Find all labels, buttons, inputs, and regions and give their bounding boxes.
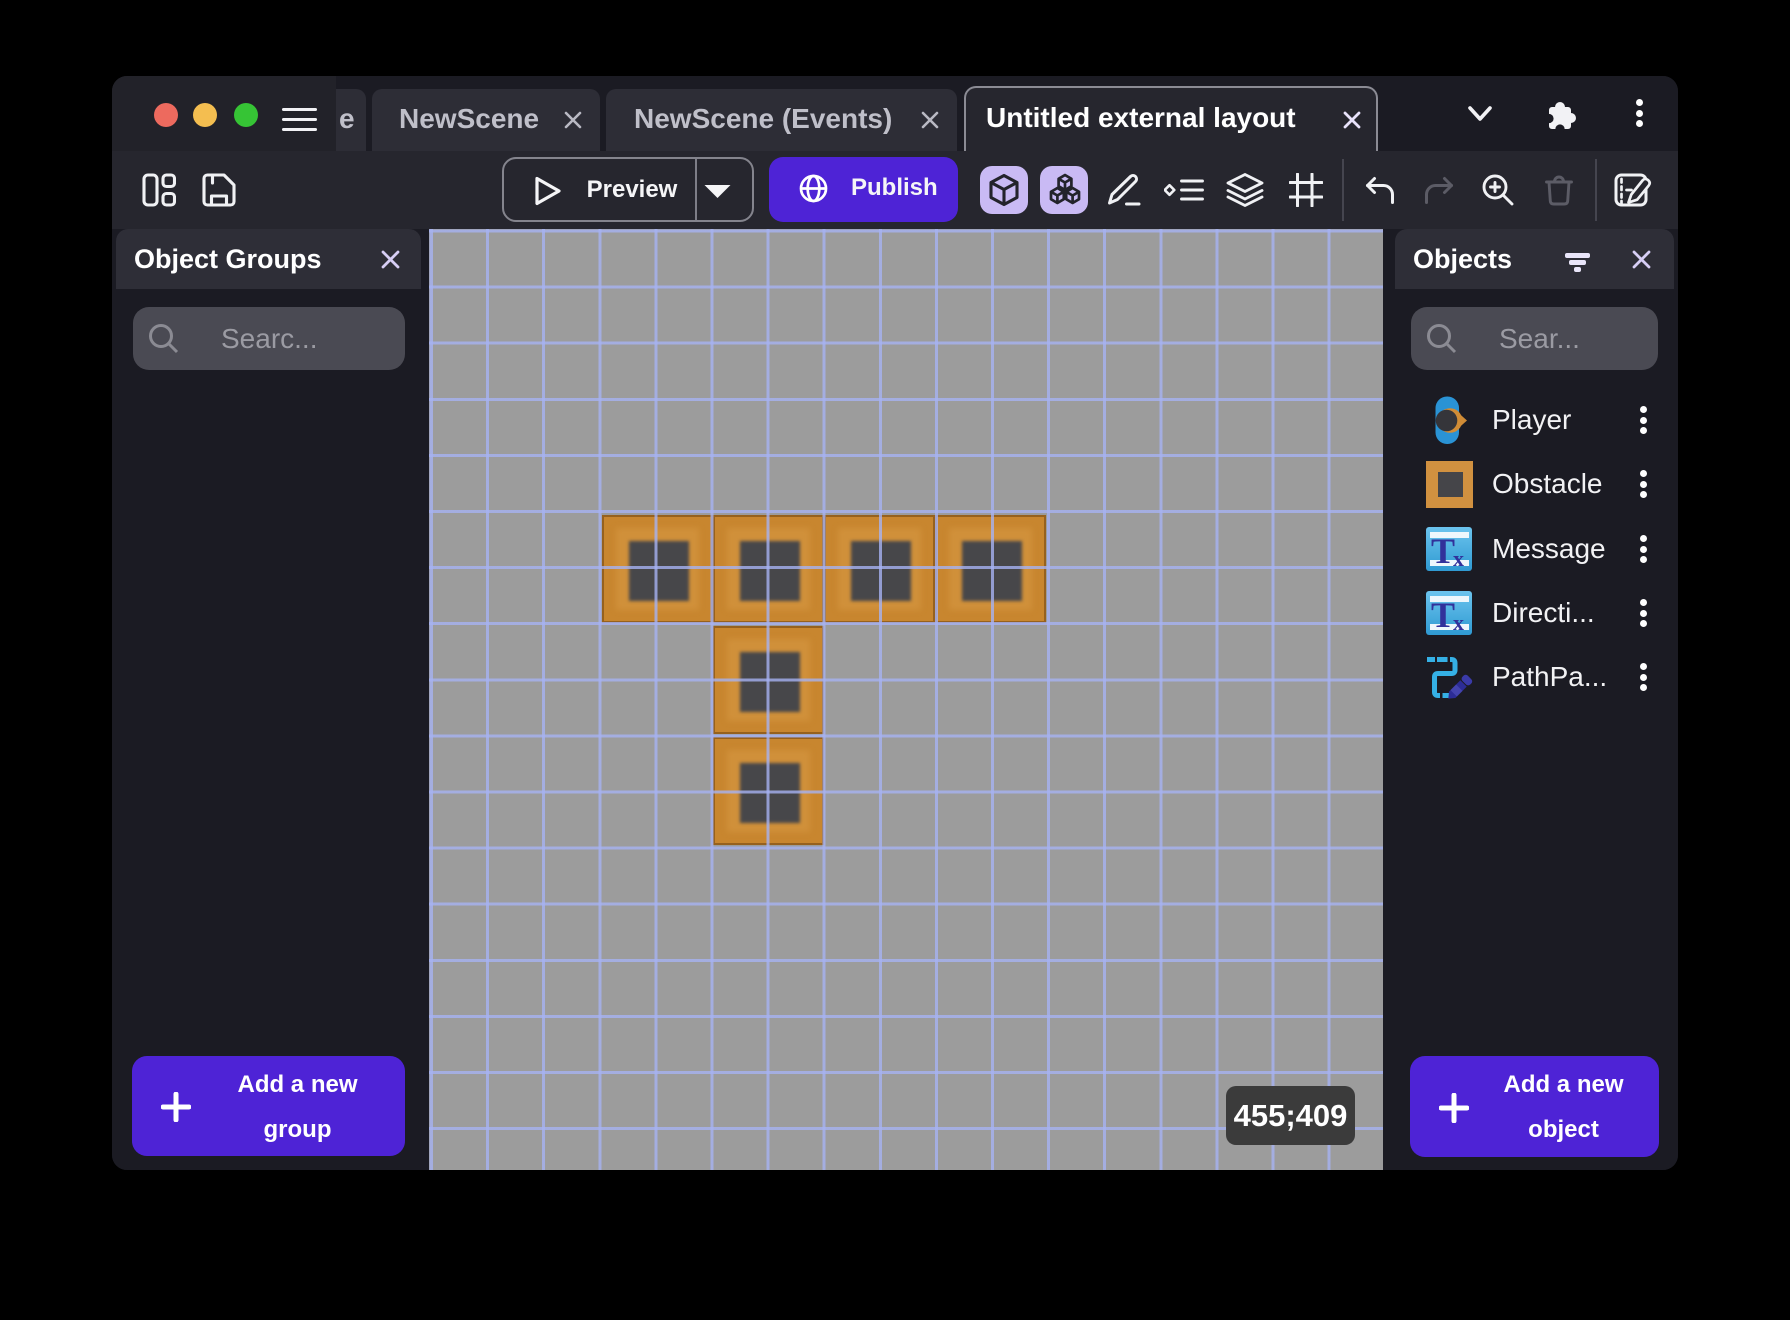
svg-text:T: T (1431, 595, 1455, 635)
svg-text:T: T (1431, 531, 1455, 571)
svg-text:x: x (1453, 610, 1464, 635)
svg-text:x: x (1453, 546, 1464, 571)
